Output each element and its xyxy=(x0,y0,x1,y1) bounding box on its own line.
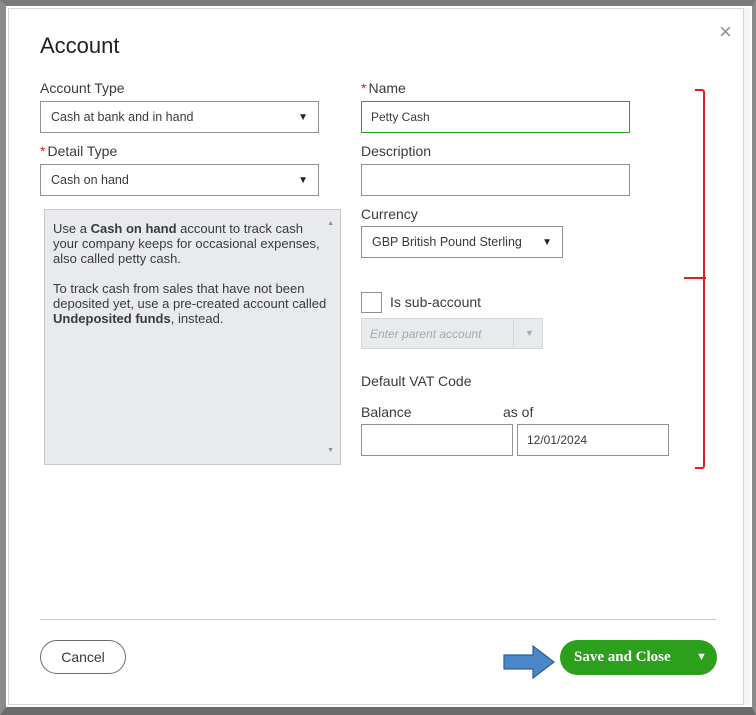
save-and-close-button[interactable]: Save and Close ▼ xyxy=(560,640,717,675)
balance-input[interactable] xyxy=(361,424,513,456)
help-text: , instead. xyxy=(170,311,224,326)
sub-account-checkbox[interactable] xyxy=(361,292,382,313)
required-marker: * xyxy=(361,80,367,96)
caret-down-icon[interactable]: ▼ xyxy=(696,651,707,663)
annotation-bracket xyxy=(695,89,705,469)
as-of-date-value: 12/01/2024 xyxy=(527,433,588,447)
select-divider xyxy=(513,319,514,348)
cancel-button[interactable]: Cancel xyxy=(40,640,126,674)
scroll-down-icon[interactable]: ▼ xyxy=(327,443,334,458)
parent-account-select: Enter parent account ▼ xyxy=(361,318,543,349)
as-of-date-input[interactable]: 12/01/2024 xyxy=(517,424,669,456)
name-label-text: Name xyxy=(368,80,406,96)
sub-account-label: Is sub-account xyxy=(390,294,482,310)
name-value: Petty Cash xyxy=(371,110,430,124)
help-paragraph-2: To track cash from sales that have not b… xyxy=(53,281,330,326)
save-and-close-label: Save and Close xyxy=(574,649,671,665)
account-dialog: Account × Account Type Cash at bank and … xyxy=(8,8,744,705)
chevron-down-icon: ▼ xyxy=(298,174,308,186)
chevron-down-icon: ▼ xyxy=(542,236,552,248)
chevron-down-icon: ▼ xyxy=(525,328,534,338)
annotation-bracket-tick xyxy=(684,277,706,279)
detail-type-select[interactable]: Cash on hand ▼ xyxy=(40,164,319,196)
detail-type-label-text: Detail Type xyxy=(47,143,118,159)
parent-account-placeholder: Enter parent account xyxy=(370,326,482,341)
scroll-up-icon[interactable]: ▲ xyxy=(327,216,334,231)
chevron-down-icon: ▼ xyxy=(298,111,308,123)
description-input[interactable] xyxy=(361,164,630,196)
help-text-bold: Undeposited funds xyxy=(53,311,171,326)
currency-value: GBP British Pound Sterling xyxy=(372,235,522,249)
dialog-title: Account xyxy=(40,33,120,58)
help-text: To track cash from sales that have not b… xyxy=(53,281,327,311)
default-vat-label: Default VAT Code xyxy=(361,373,472,389)
detail-type-label: * Detail Type xyxy=(40,143,117,159)
name-input[interactable]: Petty Cash xyxy=(361,101,630,133)
currency-select[interactable]: GBP British Pound Sterling ▼ xyxy=(361,226,563,258)
required-marker: * xyxy=(40,143,46,159)
as-of-label: as of xyxy=(503,404,534,420)
currency-label: Currency xyxy=(361,206,418,222)
account-type-select[interactable]: Cash at bank and in hand ▼ xyxy=(40,101,319,133)
arrow-right-icon xyxy=(503,645,555,679)
help-paragraph-1: Use a Cash on hand account to track cash… xyxy=(53,221,330,266)
detail-type-value: Cash on hand xyxy=(51,173,129,187)
account-type-label: Account Type xyxy=(40,80,125,96)
account-type-value: Cash at bank and in hand xyxy=(51,110,194,124)
background-app-strip xyxy=(744,8,750,705)
help-text: Use a xyxy=(53,221,91,236)
balance-label: Balance xyxy=(361,404,412,420)
help-text-bold: Cash on hand xyxy=(90,221,177,236)
footer-divider xyxy=(40,619,716,620)
detail-type-help-text: Use a Cash on hand account to track cash… xyxy=(44,209,341,465)
name-label: * Name xyxy=(361,80,406,96)
description-label: Description xyxy=(361,143,432,159)
close-icon[interactable]: × xyxy=(719,21,732,43)
